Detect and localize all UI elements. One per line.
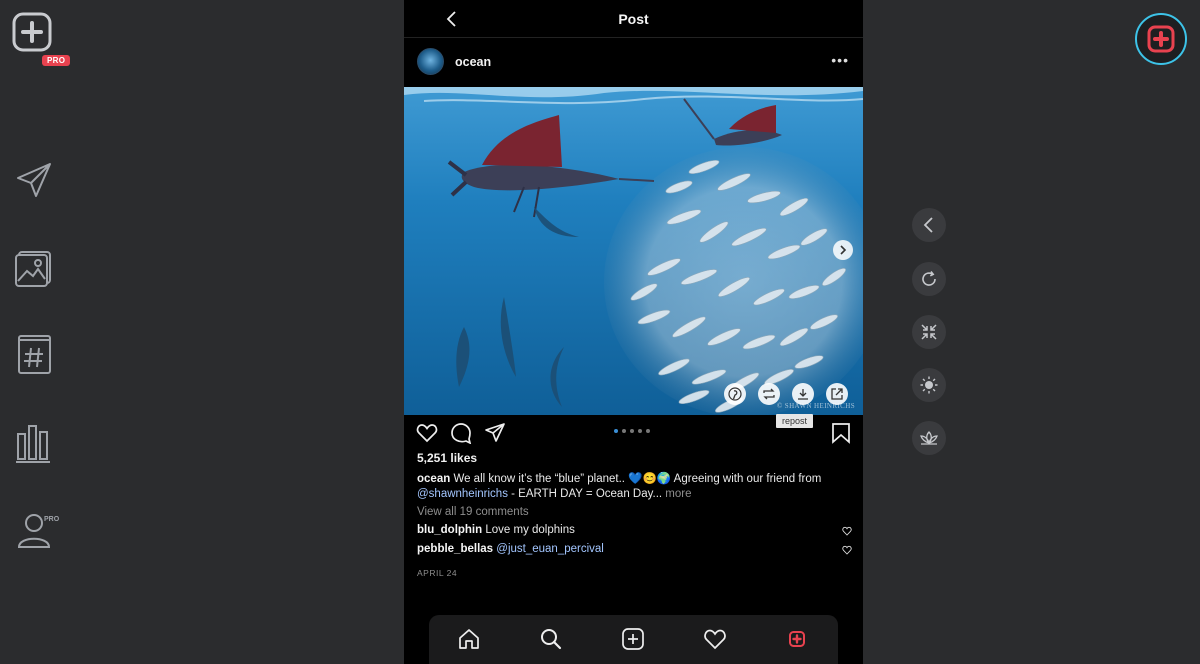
next-image-button[interactable] (833, 240, 853, 260)
download-icon (798, 389, 808, 400)
hashtag-icon[interactable] (14, 335, 54, 375)
post-author-row: ocean ••• (404, 38, 863, 87)
comment-text: Love my dolphins (482, 524, 575, 536)
post-actions (404, 420, 863, 450)
view-all-comments-link[interactable]: View all 19 comments (417, 506, 529, 518)
stats-icon[interactable] (14, 424, 54, 464)
pro-badge: PRO (42, 55, 71, 66)
comment-like-icon[interactable] (842, 526, 852, 536)
caption-text: We all know it’s the “blue” planet.. 💙😊🌍… (450, 473, 822, 485)
send-icon[interactable] (14, 160, 54, 200)
bottom-nav (429, 615, 838, 664)
pinterest-icon (728, 387, 742, 401)
more-options-button[interactable]: ••• (831, 52, 849, 68)
chevron-right-icon (840, 245, 847, 255)
lotus-icon[interactable] (912, 421, 946, 455)
search-icon[interactable] (539, 627, 563, 651)
carousel-dot[interactable] (622, 429, 626, 433)
avatar[interactable] (417, 48, 444, 75)
pinterest-button[interactable] (724, 383, 746, 405)
comment-username[interactable]: blu_dolphin (417, 524, 482, 536)
page-title: Post (618, 11, 649, 27)
home-icon[interactable] (457, 627, 481, 651)
gallery-icon[interactable] (14, 249, 54, 289)
phone-screen: Post ocean ••• © SHAWN HEINRICHS repost … (404, 0, 863, 664)
collapse-icon[interactable] (912, 315, 946, 349)
comment-like-icon[interactable] (842, 545, 852, 555)
likes-count[interactable]: 5,251 likes (417, 451, 477, 465)
add-icon[interactable] (621, 627, 645, 651)
like-heart-icon[interactable] (416, 422, 438, 444)
bookmark-icon[interactable] (830, 422, 852, 444)
post-photo[interactable]: © SHAWN HEINRICHS (404, 87, 863, 415)
post-header: Post (404, 0, 863, 38)
profile-pro-label: PRO (44, 516, 60, 523)
post-caption: ocean We all know it’s the “blue” planet… (417, 472, 857, 502)
photo-credit: © SHAWN HEINRICHS (776, 402, 855, 410)
comment-mention[interactable]: @just_euan_percival (496, 543, 604, 555)
author-username[interactable]: ocean (455, 55, 491, 69)
carousel-dot[interactable] (614, 429, 618, 433)
carousel-dot[interactable] (638, 429, 642, 433)
share-icon[interactable] (484, 422, 506, 444)
comment-username[interactable]: pebble_bellas (417, 543, 493, 555)
comment-item: blu_dolphin Love my dolphins (417, 524, 852, 536)
caption-mention[interactable]: @shawnheinrichs (417, 488, 508, 500)
caption-author[interactable]: ocean (417, 473, 450, 485)
profile-icon[interactable]: PRO (14, 512, 60, 552)
refresh-icon[interactable] (912, 262, 946, 296)
app-root: PRO PRO Post ocean ••• © SHAWN HEINRICHS… (0, 0, 1200, 664)
comment-icon[interactable] (450, 422, 472, 444)
caption-more-link[interactable]: more (665, 488, 691, 500)
caption-text-2: - EARTH DAY = Ocean Day... (507, 488, 666, 500)
carousel-dot[interactable] (630, 429, 634, 433)
app-logo[interactable]: PRO (12, 12, 71, 66)
brightness-icon[interactable] (912, 368, 946, 402)
chevron-left-icon[interactable] (912, 208, 946, 242)
app-launcher-button[interactable] (1135, 13, 1187, 65)
add-logo-icon (12, 12, 52, 52)
ocean-photo-image (404, 87, 863, 415)
post-date: APRIL 24 (417, 568, 458, 578)
repost-icon (763, 388, 775, 400)
external-link-icon (831, 388, 843, 400)
app-icon (1147, 25, 1175, 53)
app-icon[interactable] (785, 627, 809, 651)
carousel-dots (614, 429, 650, 433)
heart-icon[interactable] (703, 627, 727, 651)
carousel-dot[interactable] (646, 429, 650, 433)
comment-item: pebble_bellas @just_euan_percival (417, 543, 852, 555)
